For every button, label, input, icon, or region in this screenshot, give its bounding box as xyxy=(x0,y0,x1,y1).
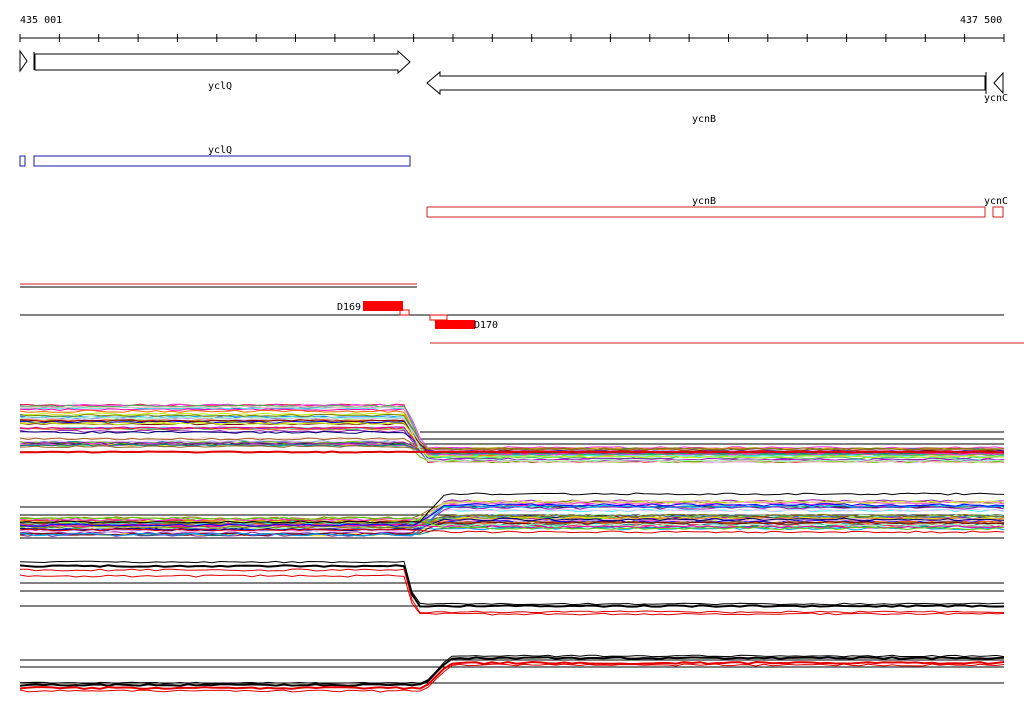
panel1-trace xyxy=(19,403,1005,450)
panel3-trace-red xyxy=(19,574,1005,616)
coordinate-ruler: 435 001 437 500 xyxy=(19,15,1005,42)
gene-yclQ-label: yclQ xyxy=(208,81,232,92)
feature-d169[interactable] xyxy=(363,301,403,311)
expression-panel-2 xyxy=(19,492,1005,539)
gene-ycnB-label: ycnB xyxy=(692,114,716,125)
feature-d170-label: D170 xyxy=(474,320,498,331)
gene-ycnC-label: ycnC xyxy=(984,93,1008,104)
gene-ycnC-arrow[interactable] xyxy=(993,71,1004,95)
transcript-ycnB-label: ycnB xyxy=(692,196,716,207)
transcript-ycnC-box[interactable] xyxy=(992,206,1004,218)
transcript-small-box[interactable] xyxy=(19,155,26,167)
panel3-trace-black xyxy=(19,564,1005,608)
gene-yclQ-arrow[interactable] xyxy=(34,49,411,75)
expression-panel-4 xyxy=(19,654,1005,693)
genome-browser-view: 435 001 437 500 yclQ ycnB ycnC yclQ ycnB… xyxy=(19,15,1024,693)
expression-panel-1 xyxy=(19,403,1005,464)
gene-arrow-prev[interactable] xyxy=(19,49,28,73)
panel1-trace-red xyxy=(19,450,1005,454)
transcript-ycnC-label: ycnC xyxy=(984,196,1008,207)
transcript-yclQ-label: yclQ xyxy=(208,145,232,156)
feature-d169-label: D169 xyxy=(337,302,361,313)
ruler-start-label: 435 001 xyxy=(20,15,62,26)
gene-ycnB-arrow[interactable] xyxy=(426,70,986,96)
feature-track: D169 D170 xyxy=(20,283,1024,344)
transcript-track: yclQ ycnB ycnC xyxy=(19,145,1008,218)
feature-d170[interactable] xyxy=(435,320,475,329)
expression-panel-3 xyxy=(19,560,1005,616)
transcript-yclQ-box[interactable] xyxy=(33,155,411,167)
feature-d170-head xyxy=(429,314,448,321)
gene-track: yclQ ycnB ycnC xyxy=(19,49,1008,125)
ruler-end-label: 437 500 xyxy=(960,15,1002,26)
transcript-ycnB-box[interactable] xyxy=(426,206,986,218)
panel4-trace-black xyxy=(19,656,1005,687)
